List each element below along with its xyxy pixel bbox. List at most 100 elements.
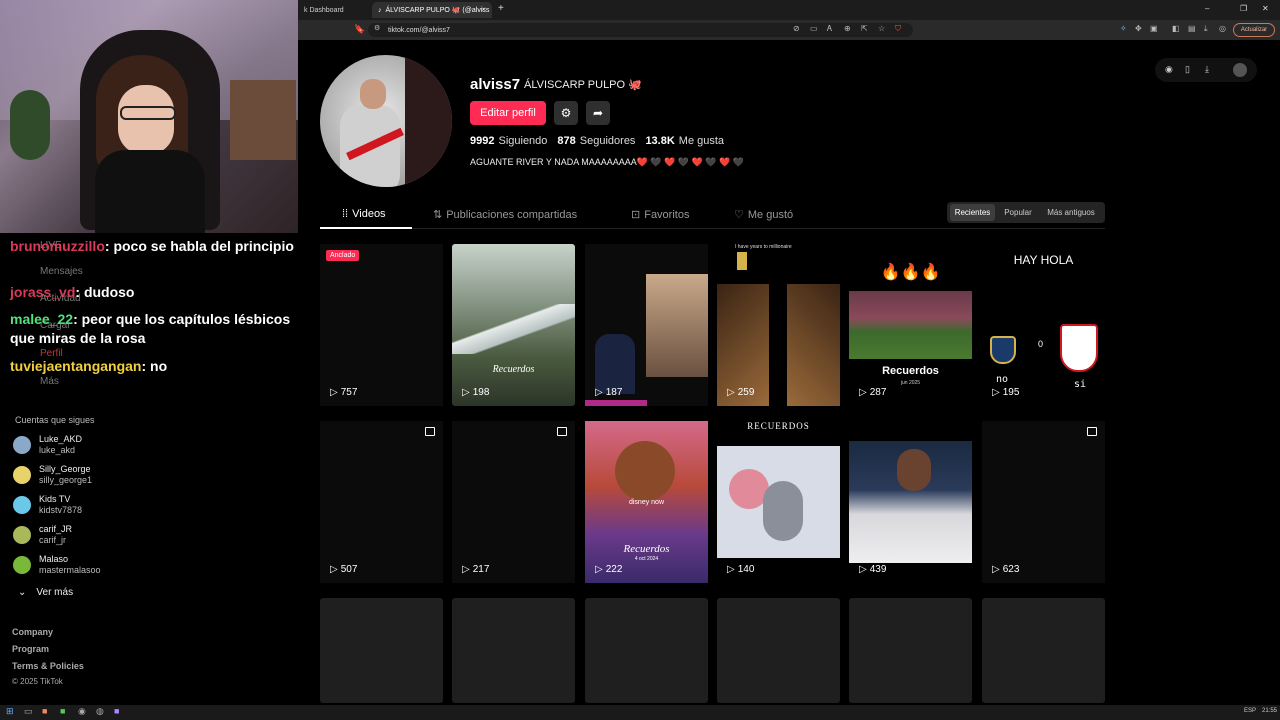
video-card[interactable]: ▷ 217 [452, 421, 575, 583]
update-button[interactable]: Actualizar [1233, 23, 1275, 37]
share-icon[interactable]: ⇱ [861, 24, 868, 33]
new-tab-button[interactable]: + [498, 3, 504, 14]
brave-shield-icon[interactable]: ⛉ [895, 24, 901, 34]
view-count-text: 507 [340, 564, 358, 575]
video-card[interactable]: disney now Recuerdos 4 oct 2024 ▷ 222 [585, 421, 708, 583]
loading-card [585, 598, 708, 703]
video-card[interactable]: RECUERDOS ▷ 140 [717, 421, 840, 583]
view-count-text: 187 [605, 387, 623, 398]
clock[interactable]: 21:55 [1262, 708, 1277, 714]
see-more-button[interactable]: ⌄ Ver más [18, 587, 73, 598]
play-icon: ▷ [727, 564, 735, 575]
wallet-icon[interactable]: ▣ [1150, 24, 1158, 33]
video-card[interactable]: I have years to millionaire ▷ 259 [717, 244, 840, 406]
tab-liked-label: Me gustó [747, 208, 794, 221]
followed-account[interactable]: Kids TV kidstv7878 [13, 494, 82, 516]
extension-icon[interactable]: ✧ [1120, 24, 1127, 33]
following-stat[interactable]: 9992 Siguiendo [470, 135, 547, 147]
tab-videos[interactable]: ⁞⁞ Videos [342, 208, 386, 220]
profile-nickname: ÁLVISCARP PULPO 🐙 [524, 79, 642, 91]
puzzle-icon[interactable]: ✥ [1135, 24, 1142, 33]
sort-popular-button[interactable]: Popular [998, 204, 1038, 221]
play-icon: ▷ [859, 387, 867, 398]
app-icon[interactable]: ■ [60, 706, 65, 716]
sidebar-item-more[interactable]: Más [40, 376, 59, 387]
video-card[interactable]: ▷ 623 [982, 421, 1105, 583]
avatar [13, 466, 31, 484]
account-handle: mastermalasoo [39, 565, 101, 575]
video-card[interactable]: HAY HOLA 0 no si ▷ 195 [982, 244, 1105, 406]
profile-avatar[interactable] [320, 55, 452, 187]
phone-icon[interactable]: ▯ [1185, 64, 1190, 75]
fire-emojis: 🔥🔥🔥 [880, 264, 941, 281]
tab-tiktok[interactable]: ♪ ÁLVISCARP PULPO 🐙 (@alviss × [372, 2, 492, 18]
footer-program-link[interactable]: Program [12, 644, 49, 654]
tab-dashboard[interactable]: k Dashboard [298, 2, 368, 18]
chat-colon: : [75, 284, 84, 300]
app-icon[interactable]: ■ [42, 706, 47, 716]
view-count: ▷ 439 [859, 564, 886, 575]
bookmark-icon[interactable]: 🔖 [354, 24, 365, 35]
play-icon: ▷ [595, 387, 603, 398]
loading-card [320, 598, 443, 703]
avatar [13, 526, 31, 544]
compass-icon[interactable]: ◉ [1165, 64, 1173, 75]
close-window-button[interactable]: ✕ [1262, 4, 1269, 13]
translate-icon[interactable]: ⊘ [793, 24, 800, 33]
tab-videos-label: Videos [352, 208, 386, 220]
screen-icon[interactable]: ▭ [810, 24, 818, 33]
zoom-icon[interactable]: ⊕ [844, 24, 851, 33]
vpn-icon[interactable]: ◎ [1219, 24, 1226, 33]
followers-stat[interactable]: 878 Seguidores [557, 135, 635, 147]
tab-liked[interactable]: ♡ Me gustó [734, 208, 794, 222]
settings-button[interactable]: ⚙ [554, 101, 578, 125]
read-icon[interactable]: Ꭺ [827, 24, 832, 34]
tabs-icon[interactable]: ▤ [1188, 24, 1196, 33]
app-icon[interactable]: ◍ [96, 706, 104, 717]
video-card[interactable]: ▷ 507 [320, 421, 443, 583]
folder-icon[interactable]: ▭ [24, 706, 33, 717]
view-count-text: 287 [869, 387, 887, 398]
video-card[interactable]: Recuerdos ▷ 198 [452, 244, 575, 406]
footer-company-link[interactable]: Company [12, 627, 53, 637]
avatar [13, 496, 31, 514]
chat-colon: : [73, 311, 82, 327]
tab-reposts[interactable]: ⇅ Publicaciones compartidas [433, 208, 577, 222]
tab-favorites-label: Favoritos [644, 208, 690, 221]
followed-account[interactable]: Malaso mastermalasoo [13, 554, 101, 576]
minimize-button[interactable]: – [1205, 4, 1209, 13]
download-icon[interactable]: ⤓ [1204, 24, 1208, 34]
followed-account[interactable]: Luke_AKD luke_akd [13, 434, 82, 456]
followed-account[interactable]: Silly_George silly_george1 [13, 464, 92, 486]
view-count-text: 439 [869, 564, 887, 575]
sort-recent-button[interactable]: Recientes [950, 204, 995, 221]
maximize-button[interactable]: ❐ [1240, 4, 1247, 13]
play-icon: ▷ [462, 564, 470, 575]
sidebar-item-messages[interactable]: Mensajes [40, 266, 83, 277]
app-icon[interactable]: ■ [114, 706, 119, 716]
footer-terms-link[interactable]: Terms & Policies [12, 661, 84, 671]
video-date: 4 oct 2024 [634, 556, 659, 562]
app-icon[interactable]: ◉ [78, 706, 86, 717]
tab-favorites[interactable]: ⊡ Favoritos [631, 208, 690, 222]
pinned-badge: Anclado [326, 250, 360, 261]
download-app-icon[interactable]: ⤓ [1205, 64, 1209, 75]
edit-profile-button[interactable]: Editar perfil [470, 101, 546, 125]
sidebar-icon[interactable]: ◧ [1172, 24, 1180, 33]
star-icon[interactable]: ☆ [878, 24, 885, 33]
share-profile-button[interactable]: ➦ [586, 101, 610, 125]
language-indicator[interactable]: ESP [1244, 708, 1256, 714]
sort-oldest-button[interactable]: Más antiguos [1040, 204, 1102, 221]
video-card[interactable]: ▷ 187 [585, 244, 708, 406]
view-count-text: 140 [737, 564, 755, 575]
site-info-icon[interactable]: ⚙ [374, 24, 380, 32]
close-tab-icon[interactable]: × [481, 5, 486, 14]
chat-message: tuviejaentangangan: no [10, 357, 295, 376]
windows-start-icon[interactable]: ⊞ [6, 706, 14, 717]
video-card[interactable]: 🔥🔥🔥 Recuerdos jun 2025 ▷ 287 [849, 244, 972, 406]
video-card[interactable]: ▷ 439 [849, 421, 972, 583]
user-avatar-icon[interactable] [1233, 63, 1247, 77]
photo-carousel-icon [557, 427, 567, 436]
followed-account[interactable]: carif_JR carif_jr [13, 524, 72, 546]
video-card[interactable]: Anclado ▷ 757 [320, 244, 443, 406]
